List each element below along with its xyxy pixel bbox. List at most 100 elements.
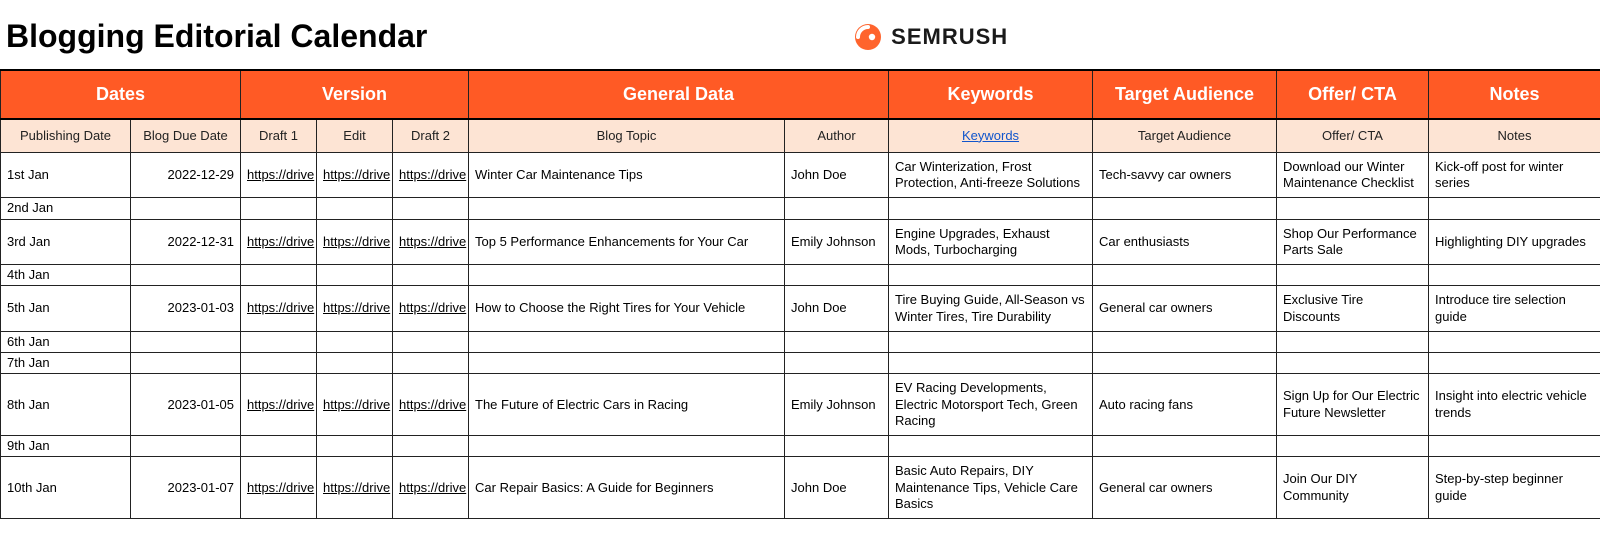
cell-notes — [1429, 265, 1600, 286]
table-row: 6th Jan — [1, 331, 1600, 352]
cell-due-date — [131, 436, 241, 457]
cell-draft-2[interactable]: https://drive — [393, 457, 469, 519]
cell-audience — [1093, 353, 1277, 374]
col-blog-due-date: Blog Due Date — [131, 119, 241, 153]
table-row: 4th Jan — [1, 265, 1600, 286]
table-row: 3rd Jan2022-12-31https://drivehttps://dr… — [1, 219, 1600, 265]
col-draft-2: Draft 2 — [393, 119, 469, 153]
cell-notes: Insight into electric vehicle trends — [1429, 374, 1600, 436]
cell-notes — [1429, 198, 1600, 219]
brand-name: SEMRUSH — [891, 24, 1008, 50]
cell-edit — [317, 265, 393, 286]
cell-draft-1[interactable]: https://drive — [241, 219, 317, 265]
cell-cta — [1277, 198, 1429, 219]
cell-draft-2[interactable]: https://drive — [393, 152, 469, 198]
cell-keywords: Car Winterization, Frost Protection, Ant… — [889, 152, 1093, 198]
header: Blogging Editorial Calendar SEMRUSH — [0, 0, 1600, 69]
cell-topic: Car Repair Basics: A Guide for Beginners — [469, 457, 785, 519]
cell-edit[interactable]: https://drive — [317, 374, 393, 436]
cell-edit — [317, 353, 393, 374]
cell-keywords — [889, 198, 1093, 219]
cell-draft-1[interactable]: https://drive — [241, 374, 317, 436]
cell-edit[interactable]: https://drive — [317, 457, 393, 519]
calendar-table: Dates Version General Data Keywords Targ… — [0, 69, 1600, 519]
cell-audience: Tech-savvy car owners — [1093, 152, 1277, 198]
cell-topic — [469, 198, 785, 219]
cell-author: John Doe — [785, 152, 889, 198]
cell-keywords: Tire Buying Guide, All-Season vs Winter … — [889, 286, 1093, 332]
cell-topic — [469, 265, 785, 286]
table-body: 1st Jan2022-12-29https://drivehttps://dr… — [1, 152, 1600, 518]
cell-draft-2 — [393, 353, 469, 374]
cell-publishing-date: 7th Jan — [1, 353, 131, 374]
cell-draft-1[interactable]: https://drive — [241, 286, 317, 332]
group-header-dates: Dates — [1, 70, 241, 119]
cell-due-date — [131, 331, 241, 352]
col-notes: Notes — [1429, 119, 1600, 153]
cell-publishing-date: 5th Jan — [1, 286, 131, 332]
table-row: 8th Jan2023-01-05https://drivehttps://dr… — [1, 374, 1600, 436]
cell-notes — [1429, 331, 1600, 352]
cell-audience: General car owners — [1093, 286, 1277, 332]
cell-draft-2[interactable]: https://drive — [393, 219, 469, 265]
col-edit: Edit — [317, 119, 393, 153]
cell-audience: General car owners — [1093, 457, 1277, 519]
cell-keywords: Engine Upgrades, Exhaust Mods, Turbochar… — [889, 219, 1093, 265]
cell-due-date — [131, 353, 241, 374]
col-blog-topic: Blog Topic — [469, 119, 785, 153]
cell-draft-2 — [393, 436, 469, 457]
cell-author — [785, 331, 889, 352]
cell-edit[interactable]: https://drive — [317, 286, 393, 332]
group-header-notes: Notes — [1429, 70, 1600, 119]
cell-due-date: 2023-01-07 — [131, 457, 241, 519]
cell-draft-1[interactable]: https://drive — [241, 152, 317, 198]
cell-draft-1[interactable]: https://drive — [241, 457, 317, 519]
cell-draft-1 — [241, 436, 317, 457]
cell-draft-2[interactable]: https://drive — [393, 286, 469, 332]
cell-cta: Exclusive Tire Discounts — [1277, 286, 1429, 332]
cell-cta — [1277, 265, 1429, 286]
cell-audience: Car enthusiasts — [1093, 219, 1277, 265]
cell-publishing-date: 3rd Jan — [1, 219, 131, 265]
cell-draft-1 — [241, 198, 317, 219]
cell-audience — [1093, 265, 1277, 286]
cell-author — [785, 265, 889, 286]
cell-due-date: 2022-12-31 — [131, 219, 241, 265]
cell-publishing-date: 4th Jan — [1, 265, 131, 286]
table-row: 9th Jan — [1, 436, 1600, 457]
cell-keywords: EV Racing Developments, Electric Motorsp… — [889, 374, 1093, 436]
cell-cta — [1277, 353, 1429, 374]
cell-edit — [317, 198, 393, 219]
cell-cta: Join Our DIY Community — [1277, 457, 1429, 519]
cell-notes: Introduce tire selection guide — [1429, 286, 1600, 332]
cell-publishing-date: 6th Jan — [1, 331, 131, 352]
cell-edit[interactable]: https://drive — [317, 152, 393, 198]
cell-draft-2 — [393, 198, 469, 219]
cell-author — [785, 198, 889, 219]
cell-audience — [1093, 198, 1277, 219]
cell-edit[interactable]: https://drive — [317, 219, 393, 265]
group-header-cta: Offer/ CTA — [1277, 70, 1429, 119]
cell-draft-2[interactable]: https://drive — [393, 374, 469, 436]
cell-publishing-date: 2nd Jan — [1, 198, 131, 219]
cell-cta — [1277, 436, 1429, 457]
cell-due-date — [131, 265, 241, 286]
cell-audience — [1093, 331, 1277, 352]
col-keywords-link[interactable]: Keywords — [889, 119, 1093, 153]
table-row: 1st Jan2022-12-29https://drivehttps://dr… — [1, 152, 1600, 198]
cell-cta — [1277, 331, 1429, 352]
cell-draft-1 — [241, 265, 317, 286]
group-header-audience: Target Audience — [1093, 70, 1277, 119]
cell-publishing-date: 9th Jan — [1, 436, 131, 457]
cell-keywords — [889, 265, 1093, 286]
cell-cta: Shop Our Performance Parts Sale — [1277, 219, 1429, 265]
cell-edit — [317, 436, 393, 457]
col-publishing-date: Publishing Date — [1, 119, 131, 153]
cell-edit — [317, 331, 393, 352]
sub-header-row: Publishing Date Blog Due Date Draft 1 Ed… — [1, 119, 1600, 153]
cell-draft-2 — [393, 265, 469, 286]
cell-draft-2 — [393, 331, 469, 352]
cell-cta: Sign Up for Our Electric Future Newslett… — [1277, 374, 1429, 436]
cell-publishing-date: 10th Jan — [1, 457, 131, 519]
cell-keywords: Basic Auto Repairs, DIY Maintenance Tips… — [889, 457, 1093, 519]
